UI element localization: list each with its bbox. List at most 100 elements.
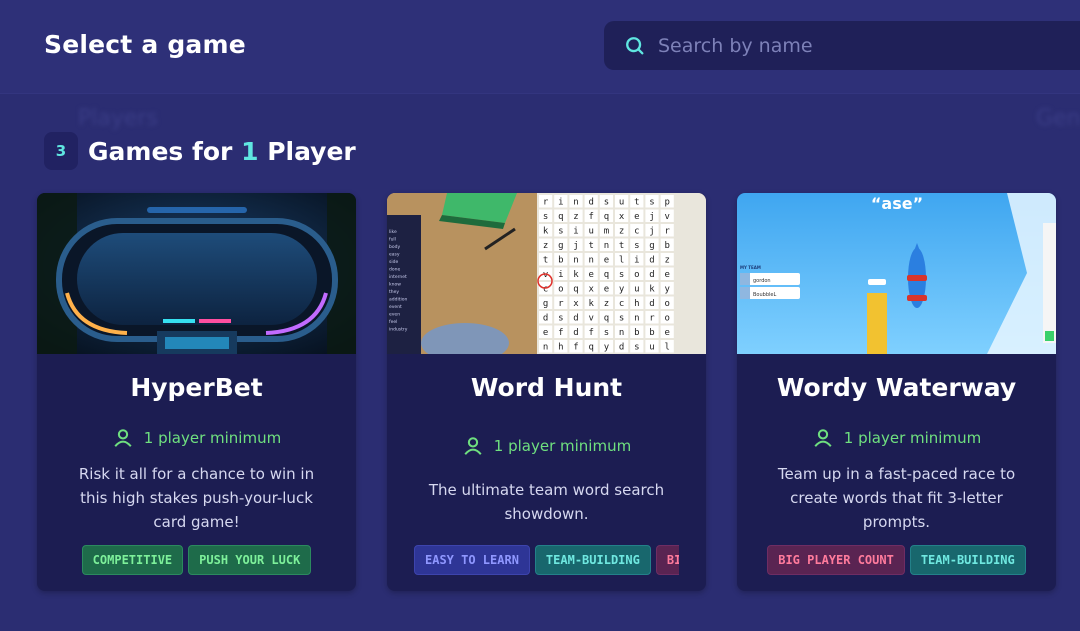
word-list-item: easy bbox=[389, 253, 400, 258]
section-heading: 3 Games for 1 Player bbox=[44, 132, 356, 170]
game-card-word-hunt[interactable]: like full body easy side done internet know they… bbox=[387, 193, 706, 591]
grid-letter: k bbox=[543, 227, 549, 237]
grid-letter: o bbox=[664, 314, 669, 324]
game-thumbnail: like full body easy side done internet know they… bbox=[387, 193, 706, 354]
game-description: Risk it all for a chance to win in this … bbox=[78, 465, 315, 531]
grid-letter: o bbox=[558, 285, 563, 295]
grid-letter: s bbox=[543, 212, 548, 222]
user-icon bbox=[814, 429, 832, 447]
grid-letter: y bbox=[619, 285, 625, 295]
tag-badge: PUSH YOUR LUCK bbox=[188, 545, 312, 575]
game-description: The ultimate team word search showdown. bbox=[428, 481, 665, 523]
word-list-item: they bbox=[389, 289, 399, 295]
grid-letter: s bbox=[604, 198, 609, 208]
grid-letter: n bbox=[573, 256, 578, 266]
player-count: 1 player minimum bbox=[387, 435, 706, 457]
grid-letter: e bbox=[664, 270, 669, 280]
tag-badge: BIG bbox=[655, 545, 679, 575]
grid-letter: e bbox=[543, 328, 548, 338]
grid-letter: s bbox=[558, 227, 563, 237]
svg-text:gordon: gordon bbox=[753, 278, 771, 284]
tag-list: EASY TO LEARN TEAM-BUILDING BIG bbox=[387, 545, 679, 575]
grid-letter: t bbox=[619, 241, 624, 251]
grid-letter: l bbox=[664, 343, 669, 353]
tag-badge: TEAM-BUILDING bbox=[534, 545, 651, 575]
page-title: Select a game bbox=[44, 30, 246, 59]
svg-text:BoubbleL: BoubbleL bbox=[753, 292, 776, 298]
game-card-wordy-waterway[interactable]: MY TEAM gordon BoubbleL “ase” Wordy Wate… bbox=[737, 193, 1056, 591]
grid-letter: r bbox=[543, 198, 549, 208]
grid-letter: m bbox=[604, 227, 609, 237]
search-input[interactable] bbox=[658, 30, 1038, 61]
grid-letter: x bbox=[588, 285, 594, 295]
game-title: Wordy Waterway bbox=[776, 373, 1017, 402]
grid-letter: e bbox=[664, 328, 669, 338]
tag-badge: EASY TO LEARN bbox=[414, 545, 530, 575]
tag-badge: BIG PLAYER COUNT bbox=[767, 545, 905, 575]
grid-letter: i bbox=[634, 256, 639, 266]
grid-letter: r bbox=[558, 299, 564, 309]
grid-letter: q bbox=[588, 343, 593, 353]
grid-letter: d bbox=[588, 198, 593, 208]
word-list-item: internet bbox=[389, 274, 407, 280]
grid-letter: g bbox=[558, 241, 563, 251]
game-thumbnail: MY TEAM gordon BoubbleL “ase” bbox=[737, 193, 1056, 354]
grid-letter: b bbox=[649, 328, 654, 338]
grid-letter: s bbox=[619, 270, 624, 280]
grid-letter: k bbox=[573, 270, 579, 280]
grid-letter: i bbox=[558, 270, 563, 280]
grid-letter: c bbox=[543, 285, 548, 295]
grid-letter: t bbox=[634, 198, 639, 208]
grid-letter: f bbox=[573, 343, 578, 353]
search-box[interactable] bbox=[604, 21, 1080, 70]
grid-letter: j bbox=[649, 212, 654, 222]
grid-letter: f bbox=[588, 328, 593, 338]
grid-letter: e bbox=[604, 256, 609, 266]
grid-letter: z bbox=[573, 212, 578, 222]
grid-letter: e bbox=[604, 285, 609, 295]
game-title: HyperBet bbox=[130, 373, 263, 402]
grid-letter: y bbox=[604, 343, 610, 353]
grid-letter: n bbox=[604, 241, 609, 251]
grid-letter: s bbox=[619, 314, 624, 324]
tag-list: COMPETITIVE PUSH YOUR LUCK bbox=[37, 545, 356, 575]
word-list-item: body bbox=[389, 244, 400, 250]
grid-letter: b bbox=[634, 328, 639, 338]
tag-badge: COMPETITIVE bbox=[81, 545, 184, 575]
user-icon bbox=[114, 429, 132, 447]
grid-letter: d bbox=[649, 299, 654, 309]
grid-letter: z bbox=[619, 227, 624, 237]
grid-letter: b bbox=[558, 256, 563, 266]
grid-letter: n bbox=[619, 328, 624, 338]
grid-letter: z bbox=[664, 256, 669, 266]
grid-letter: r bbox=[649, 314, 655, 324]
grid-letter: j bbox=[649, 227, 654, 237]
grid-letter: d bbox=[543, 314, 548, 324]
word-list-item: done bbox=[389, 267, 400, 273]
game-card-hyperbet[interactable]: HyperBet 1 player minimum Risk it all fo… bbox=[37, 193, 356, 591]
grid-letter: z bbox=[543, 241, 548, 251]
grid-letter: u bbox=[634, 285, 639, 295]
word-list-item: like bbox=[389, 229, 397, 235]
grid-letter: s bbox=[634, 241, 639, 251]
grid-letter: d bbox=[573, 314, 578, 324]
grid-letter: c bbox=[619, 299, 624, 309]
grid-letter: d bbox=[649, 270, 654, 280]
grid-letter: s bbox=[634, 343, 639, 353]
grid-letter: o bbox=[664, 299, 669, 309]
game-thumbnail bbox=[37, 193, 356, 354]
grid-letter: n bbox=[588, 256, 593, 266]
game-select-page: Select a game Players Gen 3 Games for 1 … bbox=[0, 0, 1080, 631]
word-list-item: feel bbox=[389, 319, 397, 325]
grid-letter: q bbox=[604, 314, 609, 324]
grid-letter: n bbox=[543, 343, 548, 353]
grid-letter: u bbox=[649, 343, 654, 353]
grid-letter: l bbox=[619, 256, 624, 266]
word-list-item: even bbox=[389, 313, 400, 318]
grid-letter: d bbox=[649, 256, 654, 266]
game-count-badge: 3 bbox=[44, 132, 78, 170]
grid-letter: h bbox=[634, 299, 639, 309]
grid-letter: q bbox=[604, 212, 609, 222]
grid-letter: i bbox=[558, 198, 563, 208]
grid-letter: x bbox=[619, 212, 625, 222]
